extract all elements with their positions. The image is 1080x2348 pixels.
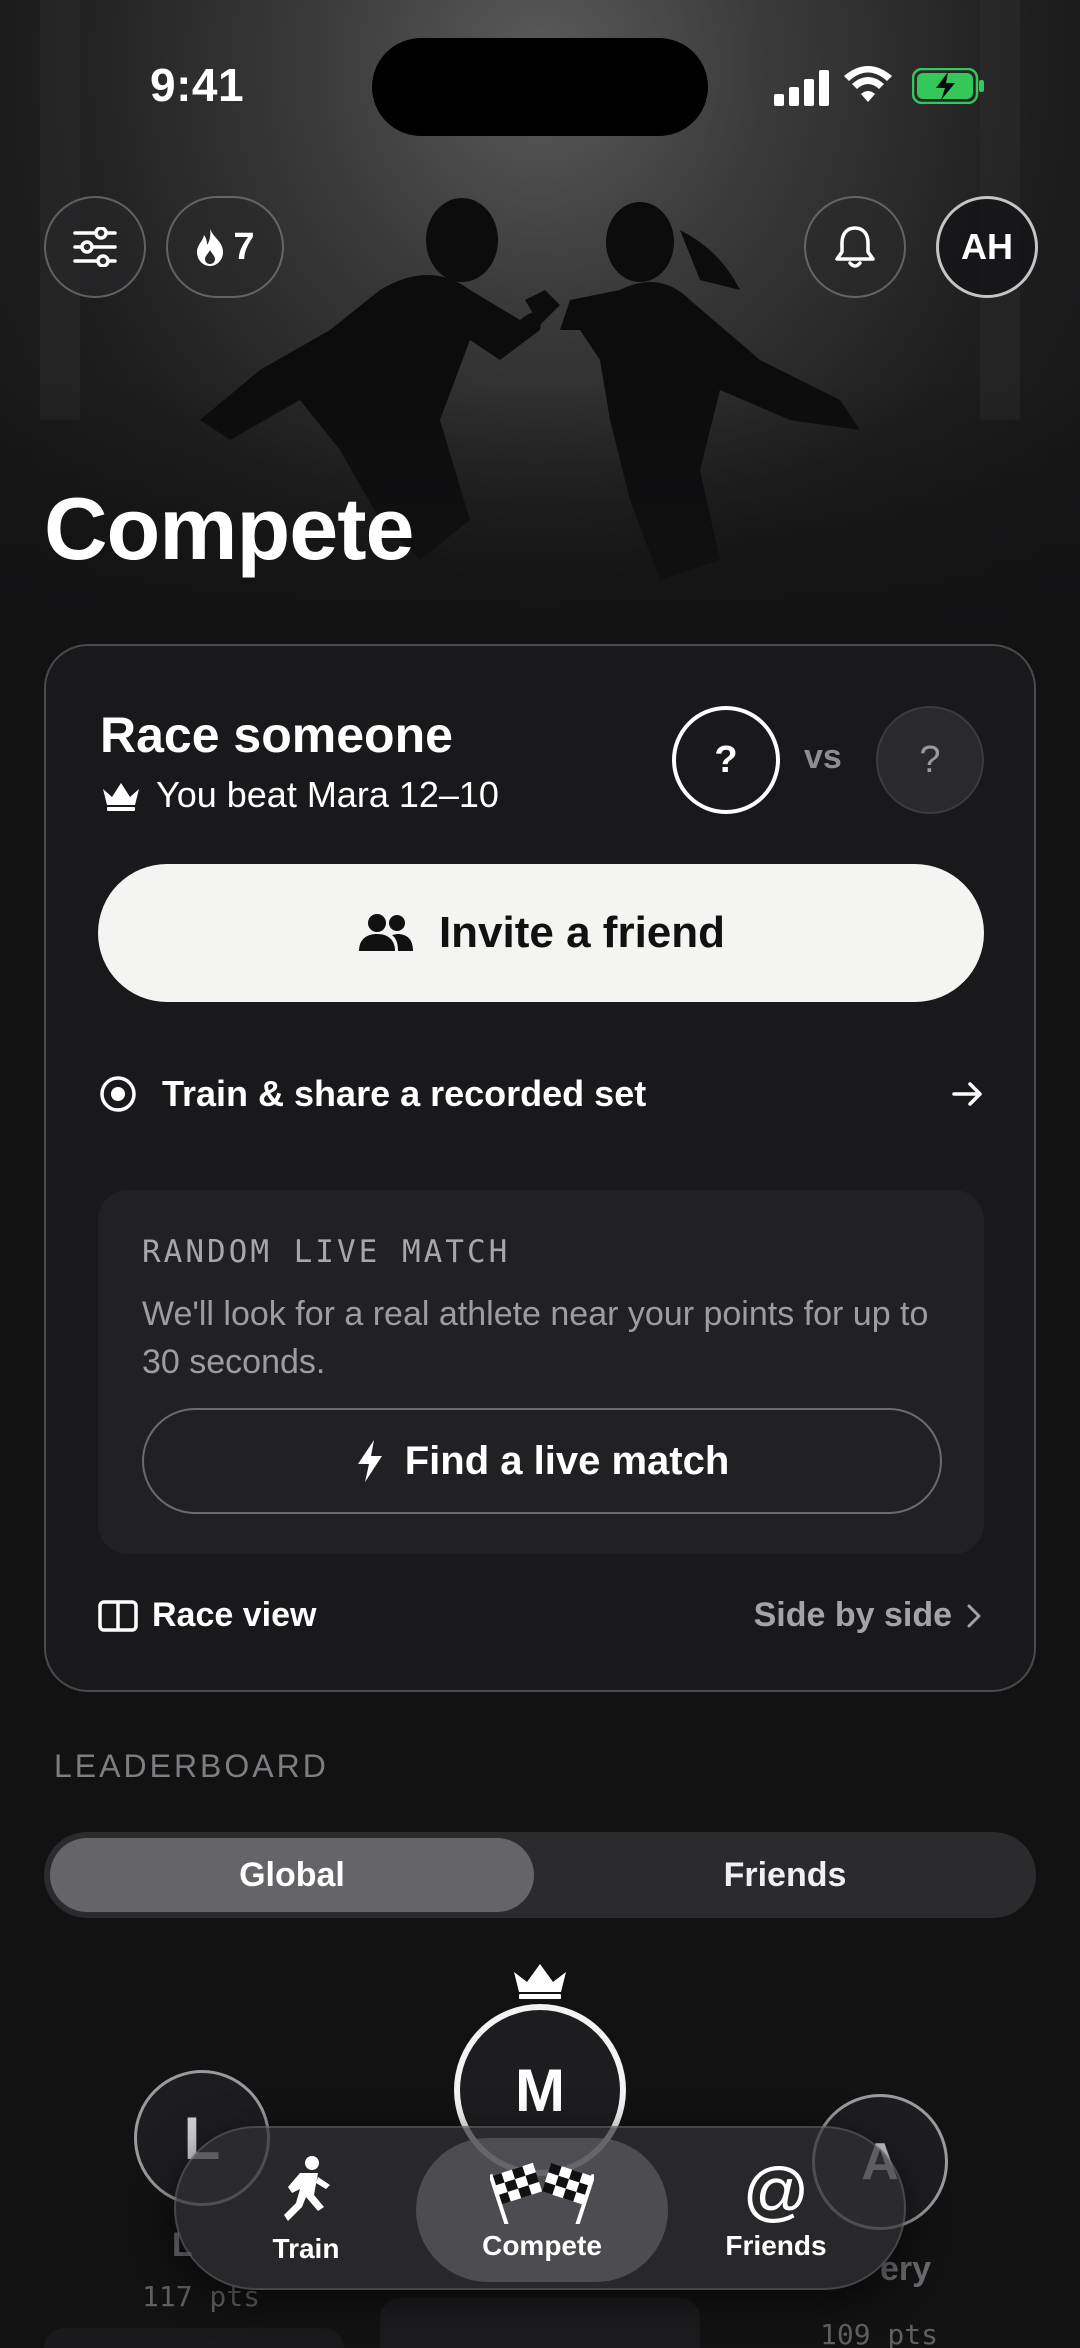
podium-third-points: 109 pts: [820, 2318, 939, 2348]
wifi-icon: [844, 66, 892, 102]
tab-compete-label: Compete: [482, 2230, 602, 2261]
race-view-value-text: Side by side: [753, 1596, 952, 1634]
dynamic-island: [372, 38, 708, 136]
find-live-match-label: Find a live match: [404, 1438, 730, 1483]
tab-friends-label: Friends: [725, 2230, 827, 2261]
random-match-label: RANDOM LIVE MATCH: [142, 1234, 511, 1270]
invite-friend-label: Invite a friend: [438, 908, 726, 957]
split-view-icon: [98, 1599, 138, 1632]
train-share-link[interactable]: Train & share a recorded set: [98, 1064, 984, 1124]
notifications-button[interactable]: [804, 196, 906, 298]
tab-compete[interactable]: Compete: [416, 2138, 668, 2282]
arrow-right-icon: [952, 1082, 982, 1106]
flame-icon: [197, 228, 224, 266]
crown-icon: [103, 783, 139, 811]
status-time: 9:41: [150, 59, 245, 111]
lightning-icon: [357, 1440, 382, 1482]
player-b-avatar: ?: [876, 706, 984, 814]
race-record-text: You beat Mara 12–10: [156, 774, 499, 815]
podium-base: [380, 2298, 700, 2348]
avatar-initials: AH: [961, 226, 1013, 267]
player-a-avatar: ?: [672, 706, 780, 814]
battery-charging-icon: [912, 68, 984, 104]
streak-count: 7: [233, 225, 255, 268]
bell-icon: [835, 226, 875, 268]
leaderboard-row: [44, 2328, 344, 2348]
streak-button[interactable]: 7: [166, 196, 284, 298]
tab-bar: Train Compete @ Friends: [174, 2126, 906, 2290]
race-view-value[interactable]: Side by side: [754, 1596, 982, 1635]
train-share-label: Train & share a recorded set: [162, 1073, 647, 1114]
tab-train[interactable]: Train: [206, 2138, 406, 2282]
record-icon: [100, 1076, 136, 1112]
race-record: You beat Mara 12–10: [100, 774, 499, 816]
tab-friends-nav[interactable]: @ Friends: [676, 2138, 876, 2282]
profile-avatar-button[interactable]: AH: [936, 196, 1038, 298]
random-match-description: We'll look for a real athlete near your …: [142, 1295, 929, 1381]
tab-friends[interactable]: Friends: [540, 1838, 1030, 1912]
runner-icon: [284, 2156, 330, 2221]
find-live-match-button[interactable]: Find a live match: [142, 1408, 942, 1514]
chevron-right-icon: [967, 1604, 981, 1627]
checkered-flags-icon: [490, 2162, 594, 2224]
status-bar: 9:41: [0, 0, 1080, 140]
cellular-signal-icon: [774, 70, 829, 106]
leaderboard-segmented-control: Global Friends: [44, 1832, 1036, 1918]
tab-train-label: Train: [272, 2233, 340, 2264]
race-card: Race someone You beat Mara 12–10 ? vs ? …: [44, 644, 1036, 1692]
people-icon: [358, 914, 413, 951]
crown-icon: [514, 1964, 566, 1999]
page-title: Compete: [44, 479, 414, 578]
vs-label: vs: [804, 738, 842, 776]
random-live-match-panel: RANDOM LIVE MATCH We'll look for a real …: [98, 1190, 984, 1554]
invite-friend-button[interactable]: Invite a friend: [98, 864, 984, 1002]
race-view-label: Race view: [152, 1596, 317, 1634]
race-card-title: Race someone: [100, 707, 453, 763]
race-view-setting[interactable]: Race view: [98, 1596, 316, 1635]
filters-button[interactable]: [44, 196, 146, 298]
tab-global[interactable]: Global: [50, 1838, 534, 1912]
at-icon: @: [742, 2154, 810, 2228]
leaderboard-label: LEADERBOARD: [54, 1748, 329, 1784]
sliders-icon: [73, 227, 117, 267]
